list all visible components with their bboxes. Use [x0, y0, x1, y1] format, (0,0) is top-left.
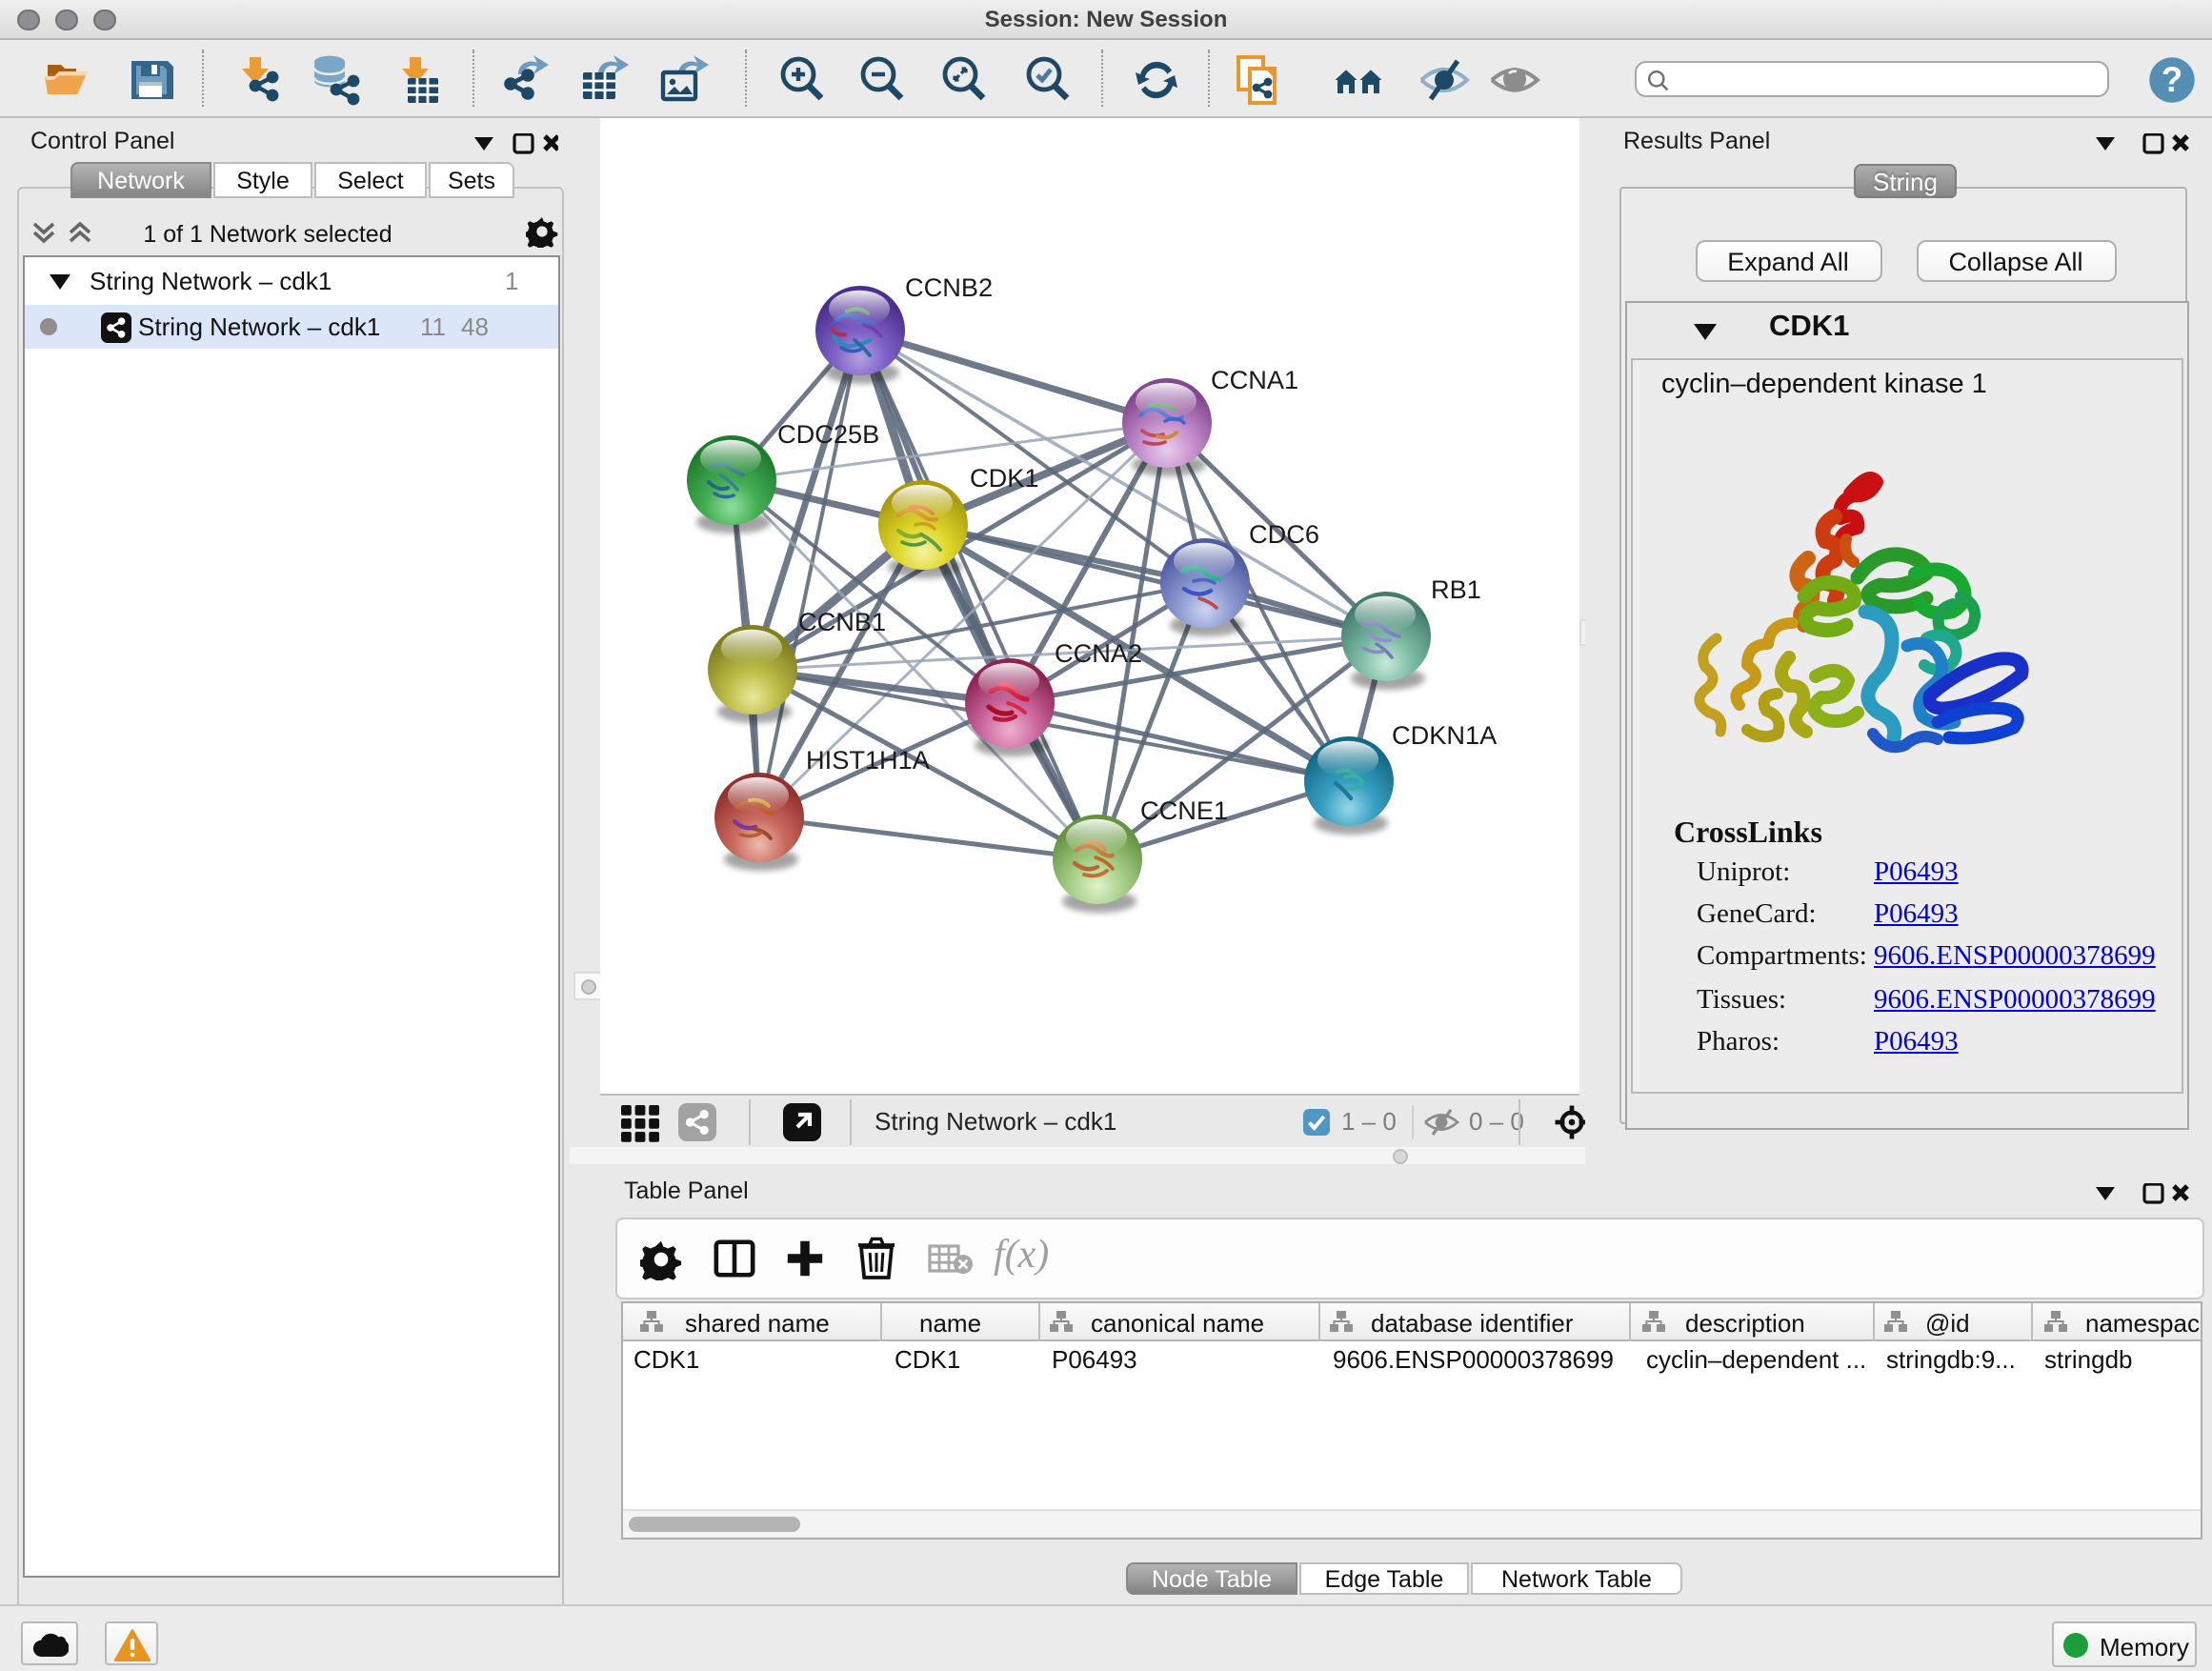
svg-text:HIST1H1A: HIST1H1A: [806, 745, 931, 775]
svg-text:CCNA1: CCNA1: [1211, 365, 1298, 394]
svg-text:CCNE1: CCNE1: [1140, 795, 1228, 825]
svg-text:CCNB1: CCNB1: [798, 607, 886, 636]
svg-text:CCNB2: CCNB2: [905, 272, 993, 302]
svg-text:?: ?: [2162, 60, 2182, 99]
svg-text:CDC6: CDC6: [1249, 519, 1319, 549]
svg-text:CDC25B: CDC25B: [777, 419, 879, 449]
svg-text:CCNA2: CCNA2: [1055, 638, 1142, 668]
svg-text:CDK1: CDK1: [970, 463, 1039, 493]
svg-text:CDKN1A: CDKN1A: [1392, 720, 1498, 750]
svg-text:RB1: RB1: [1431, 574, 1481, 604]
